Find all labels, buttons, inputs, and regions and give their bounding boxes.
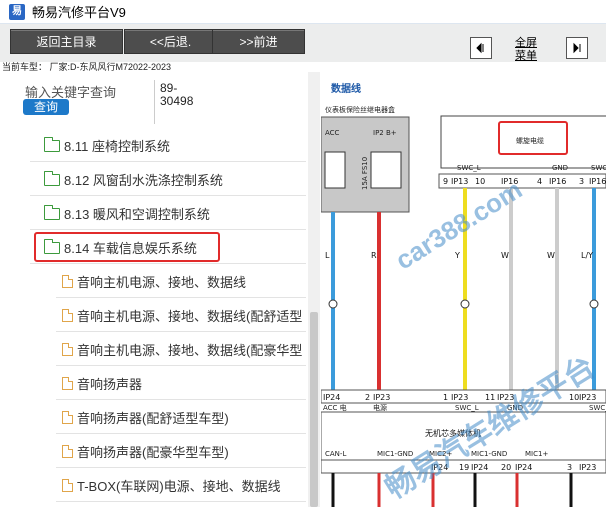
splice-point [460, 299, 470, 309]
svg-text:L/Y: L/Y [581, 251, 593, 260]
svg-text:CAN-L: CAN-L [325, 450, 346, 458]
svg-text:4: 4 [537, 177, 542, 186]
tree-doc-item[interactable]: 音响扬声器 [56, 368, 306, 400]
svg-text:IP24: IP24 [323, 393, 340, 402]
document-icon [62, 445, 73, 458]
back-button[interactable]: <<后退. [124, 29, 217, 54]
title-bar: 易 畅易汽修平台V9 [0, 0, 606, 24]
search-result-code: 89- 30498 [160, 81, 194, 108]
document-icon [62, 411, 73, 424]
search-area: 输入关键字查询 查询 89- 30498 [0, 72, 310, 127]
svg-text:Y: Y [454, 251, 460, 260]
svg-text:IP24: IP24 [515, 463, 532, 472]
acc-label: ACC [325, 129, 340, 137]
fuse-rating-label: 15A FS10 [361, 157, 369, 190]
document-icon [62, 377, 73, 390]
query-button[interactable]: 查询 [23, 99, 69, 115]
svg-text:9: 9 [443, 177, 448, 186]
svg-text:MIC1+: MIC1+ [525, 450, 548, 458]
svg-text:W: W [547, 251, 555, 260]
splice-point [328, 299, 338, 309]
svg-text:IP23: IP23 [451, 393, 468, 402]
document-icon [62, 479, 73, 492]
svg-text:ACC 电: ACC 电 [323, 403, 347, 412]
scrollbar-thumb[interactable] [310, 312, 318, 507]
tree-doc-item[interactable]: 音响主机电源、接地、数据线(配舒适型 [56, 300, 306, 332]
folder-icon [43, 136, 60, 152]
divider [154, 80, 155, 124]
fuse-symbol [324, 151, 346, 189]
svg-text:电源: 电源 [373, 403, 387, 412]
expand-panel-button[interactable] [566, 37, 588, 59]
tree-folder-8-11[interactable]: 8.11 座椅控制系统 [30, 130, 306, 162]
svg-text:R: R [371, 251, 377, 260]
tree-doc-item[interactable]: 音响扬声器(配舒适型车型) [56, 402, 306, 434]
tree-folder-8-12[interactable]: 8.12 风窗刮水洗涤控制系统 [30, 164, 306, 196]
document-icon [62, 275, 73, 288]
gnd-label: GND [552, 164, 568, 172]
navigation-pane: 输入关键字查询 查询 89- 30498 8.11 座椅控制系统 8.12 风窗… [0, 72, 320, 507]
swc-plus-label: SWC_ [591, 164, 606, 172]
tree-doc-item[interactable]: 音响主机电源、接地、数据线 [56, 266, 306, 298]
collapse-panel-button[interactable] [470, 37, 492, 59]
tree-doc-item[interactable]: T-BOX(车联网)电源、接地、数据线 [56, 470, 306, 502]
svg-text:20: 20 [501, 463, 511, 472]
tree-doc-item[interactable]: 音响主机电源、接地、数据线(配豪华型 [56, 334, 306, 366]
fullscreen-menu-link[interactable]: 全屏 菜单 [510, 37, 542, 63]
tree-folder-8-13[interactable]: 8.13 暖风和空调控制系统 [30, 198, 306, 230]
svg-text:3: 3 [567, 463, 572, 472]
document-icon [62, 309, 73, 322]
svg-text:IP13: IP13 [451, 177, 468, 186]
swc-l-label: SWC_L [457, 164, 481, 172]
svg-text:IP16: IP16 [549, 177, 566, 186]
top-pin-row: 9 IP13 10 IP16 4 IP16 3 IP16 [438, 173, 606, 189]
svg-text:3: 3 [579, 177, 584, 186]
window-title: 畅易汽修平台V9 [32, 5, 126, 20]
svg-text:IP24: IP24 [471, 463, 488, 472]
svg-text:IP23: IP23 [579, 393, 596, 402]
ip2-label: IP2 B+ [373, 129, 397, 137]
selection-highlight [34, 232, 220, 262]
app-logo-icon: 易 [9, 3, 25, 20]
fuse-box-label: 仪表板保险丝继电器盒 [325, 105, 395, 114]
svg-text:IP16: IP16 [589, 177, 606, 186]
svg-text:W: W [501, 251, 509, 260]
svg-text:IP23: IP23 [373, 393, 390, 402]
toolbar: 返回主目录 <<后退. >>前进 全屏 菜单 [0, 24, 606, 62]
splice-point [589, 299, 599, 309]
document-icon [62, 343, 73, 356]
arrows-icon [573, 42, 581, 54]
svg-text:L: L [325, 251, 330, 260]
back-to-main-button[interactable]: 返回主目录 [10, 29, 123, 54]
svg-text:2: 2 [365, 393, 370, 402]
arrows-icon [476, 42, 484, 54]
tree-doc-item[interactable]: 音响扬声器(配豪华型车型) [56, 436, 306, 468]
folder-icon [43, 204, 60, 220]
fuse-symbol [370, 151, 402, 189]
folder-icon [43, 170, 60, 186]
clock-spring-label: 螺旋电缆 [516, 136, 544, 145]
svg-text:10: 10 [475, 177, 485, 186]
svg-text:IP23: IP23 [579, 463, 596, 472]
svg-text:1: 1 [443, 393, 448, 402]
svg-text:SWC_: SWC_ [589, 404, 606, 412]
forward-button[interactable]: >>前进 [212, 29, 305, 54]
